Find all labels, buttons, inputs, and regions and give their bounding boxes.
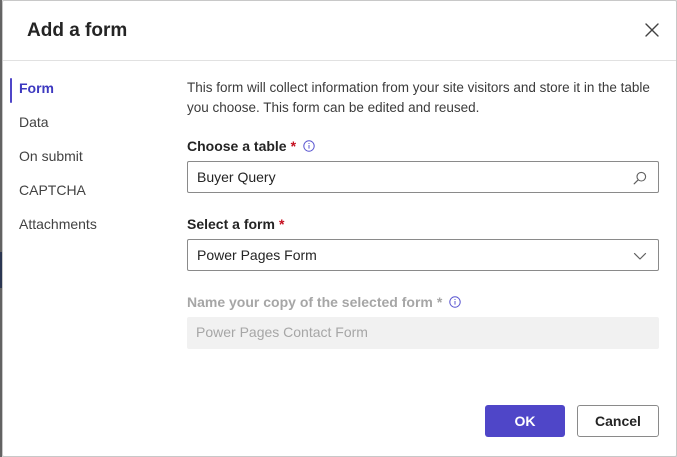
nav-item-attachments[interactable]: Attachments	[3, 207, 173, 241]
table-label-text: Choose a table	[187, 138, 287, 154]
table-field-label: Choose a table *	[187, 138, 315, 154]
close-icon	[645, 22, 659, 42]
add-form-dialog: Add a form Form Data On submit CAPTCHA A…	[2, 0, 677, 457]
nav-item-label: Attachments	[19, 216, 97, 232]
dialog-header: Add a form	[3, 1, 676, 61]
form-select-value: Power Pages Form	[197, 247, 317, 263]
ok-button[interactable]: OK	[485, 405, 565, 437]
required-mark: *	[436, 294, 443, 310]
nav-item-captcha[interactable]: CAPTCHA	[3, 173, 173, 207]
nav-item-label: Data	[19, 114, 49, 130]
nav-item-label: Form	[19, 80, 54, 96]
form-label-text: Select a form	[187, 216, 275, 232]
copy-label-text: Name your copy of the selected form	[187, 294, 433, 310]
table-input-value: Buyer Query	[197, 169, 276, 185]
search-icon[interactable]	[632, 170, 648, 186]
close-button[interactable]	[640, 20, 664, 44]
nav-item-label: On submit	[19, 148, 83, 164]
form-field-label: Select a form *	[187, 216, 284, 232]
form-content: This form will collect information from …	[187, 78, 659, 349]
copy-name-field-label: Name your copy of the selected form *	[187, 294, 461, 310]
form-select-dropdown[interactable]: Power Pages Form	[187, 239, 659, 271]
nav-item-on-submit[interactable]: On submit	[3, 139, 173, 173]
required-mark: *	[278, 216, 285, 232]
form-description: This form will collect information from …	[187, 80, 650, 115]
copy-name-placeholder: Power Pages Contact Form	[196, 324, 368, 340]
nav-item-form[interactable]: Form	[3, 71, 173, 105]
info-icon[interactable]	[449, 296, 461, 308]
nav-item-label: CAPTCHA	[19, 182, 86, 198]
required-mark: *	[290, 138, 297, 154]
copy-name-input: Power Pages Contact Form	[187, 317, 659, 349]
info-icon[interactable]	[303, 140, 315, 152]
chevron-down-icon[interactable]	[632, 248, 648, 264]
nav-item-data[interactable]: Data	[3, 105, 173, 139]
table-search-input[interactable]: Buyer Query	[187, 161, 659, 193]
dialog-title: Add a form	[27, 20, 128, 41]
cancel-button[interactable]: Cancel	[577, 405, 659, 437]
side-nav: Form Data On submit CAPTCHA Attachments	[3, 71, 173, 241]
